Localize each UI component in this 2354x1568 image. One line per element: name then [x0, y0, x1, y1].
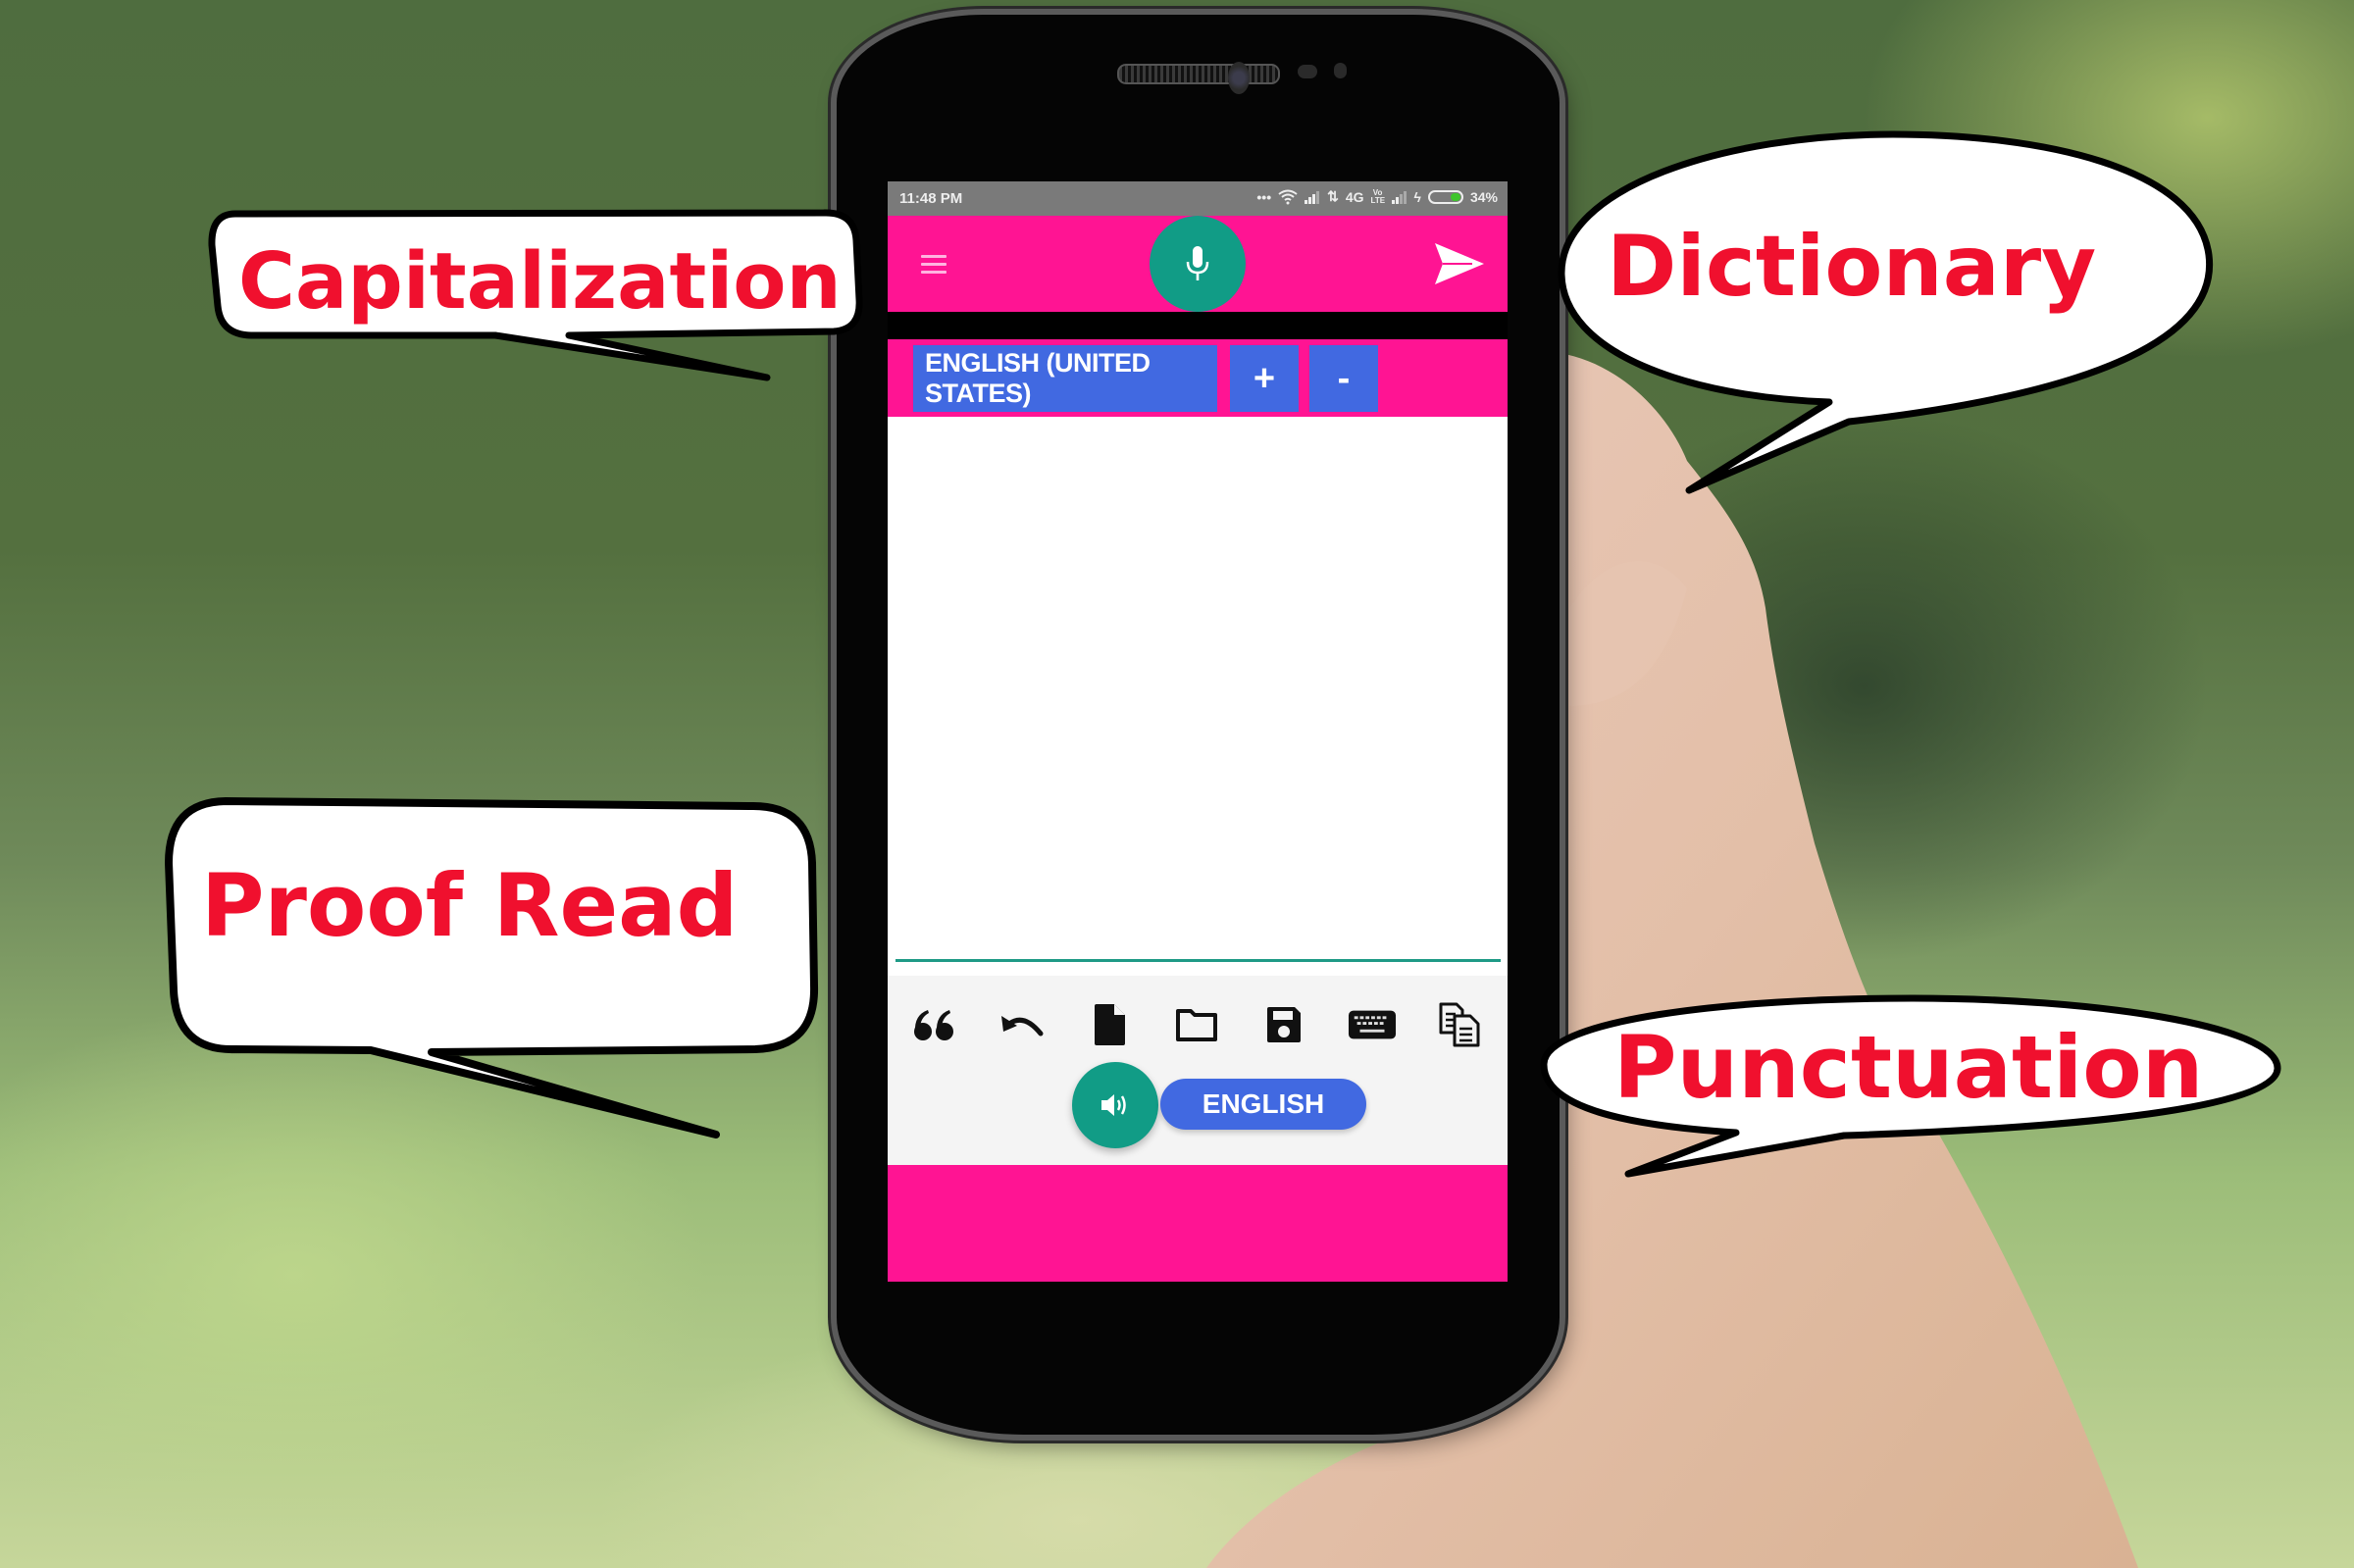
callout-dictionary: Dictionary [1607, 218, 2097, 316]
callout-proofread-bubble [165, 797, 819, 1138]
callout-proofread: Proof Read [201, 855, 739, 956]
callout-capitalization: Capitalization [238, 236, 842, 327]
callout-punctuation: Punctuation [1613, 1017, 2204, 1118]
